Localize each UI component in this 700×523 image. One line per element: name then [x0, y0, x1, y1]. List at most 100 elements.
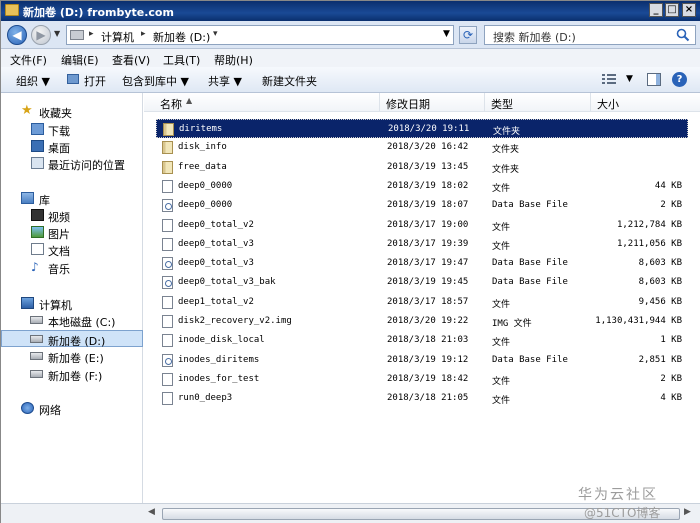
file-type: 文件夹	[493, 127, 521, 137]
search-icon[interactable]	[676, 28, 690, 42]
nav-drive-d[interactable]: 新加卷 (D:)	[1, 330, 143, 348]
file-row[interactable]: disk_info 2018/3/20 16:42 文件夹	[156, 138, 688, 157]
file-date: 2018/3/18 21:05	[387, 393, 469, 404]
file-type: Data Base File	[492, 258, 568, 269]
nav-music[interactable]: ♪ 音乐	[1, 259, 143, 276]
breadcrumb-drive-d[interactable]: 新加卷 (D:)	[153, 29, 210, 45]
menu-view[interactable]: 查看(V)	[112, 52, 150, 68]
menu-help[interactable]: 帮助(H)	[214, 52, 253, 68]
nav-favorites[interactable]: ★ 收藏夹	[1, 103, 143, 120]
video-icon	[31, 209, 44, 221]
file-icon	[162, 179, 173, 193]
chevron-right-icon[interactable]: ▸	[89, 29, 94, 39]
title-bar[interactable]: 新加卷 (D:) frombyte.com _ □ ×	[1, 1, 700, 21]
nav-drive-c[interactable]: 本地磁盘 (C:)	[1, 312, 143, 329]
folder-icon	[163, 123, 174, 136]
file-list: 名称 ▲ 修改日期 类型 大小 diritems 2018/3/20 19:11 文…	[144, 93, 700, 503]
drive-icon	[30, 316, 43, 324]
open-icon	[67, 74, 79, 84]
nav-drive-e[interactable]: 新加卷 (E:)	[1, 348, 143, 365]
recent-pages-dropdown[interactable]: ▼	[54, 29, 60, 38]
chevron-down-icon[interactable]: ▾	[213, 29, 218, 39]
nav-label: 下载	[48, 125, 70, 138]
explorer-window: 新加卷 (D:) frombyte.com _ □ × ◀ ▶ ▼ ▸ 计算机 …	[0, 0, 700, 523]
file-name: disk_info	[178, 142, 227, 153]
file-row[interactable]: deep0_0000 2018/3/19 18:02 文件 44 KB	[156, 177, 688, 196]
nav-libraries[interactable]: 库	[1, 190, 143, 207]
chevron-right-icon[interactable]: ▸	[141, 29, 146, 39]
menu-edit[interactable]: 编辑(E)	[61, 52, 99, 68]
file-row[interactable]: deep0_total_v2 2018/3/17 19:00 文件 1,212,784…	[156, 216, 688, 235]
nav-label: 新加卷 (F:)	[48, 370, 103, 383]
nav-network[interactable]: 网络	[1, 400, 143, 417]
file-name: free_data	[178, 161, 227, 172]
file-row[interactable]: inodes_for_test 2018/3/19 18:42 文件 2 KB	[156, 370, 688, 389]
nav-recent-places[interactable]: 最近访问的位置	[1, 155, 143, 172]
nav-videos[interactable]: 视频	[1, 207, 143, 224]
include-library-button[interactable]: 包含到库中 ▼	[122, 73, 189, 89]
maximize-button[interactable]: □	[665, 3, 679, 17]
open-button[interactable]: 打开	[84, 73, 106, 89]
desktop-icon	[31, 140, 44, 152]
nav-pictures[interactable]: 图片	[1, 224, 143, 241]
forward-button[interactable]: ▶	[31, 25, 51, 45]
file-row[interactable]: deep0_total_v3 2018/3/17 19:47 Data Base F…	[156, 254, 688, 273]
status-bar	[1, 503, 144, 523]
column-header-name[interactable]: 名称 ▲	[144, 93, 380, 112]
scroll-left-icon[interactable]: ◀	[148, 507, 160, 517]
nav-label: 计算机	[39, 299, 72, 312]
file-row[interactable]: free_data 2018/3/19 13:45 文件夹	[156, 158, 688, 177]
sort-ascending-icon: ▲	[186, 96, 193, 105]
file-date: 2018/3/19 13:45	[387, 161, 469, 172]
file-type: 文件夹	[492, 145, 520, 156]
menu-file[interactable]: 文件(F)	[10, 52, 47, 68]
file-icon	[162, 372, 173, 386]
nav-label: 视频	[48, 211, 70, 224]
back-button[interactable]: ◀	[7, 25, 27, 45]
file-type: 文件	[492, 241, 511, 252]
file-type: 文件	[492, 376, 511, 387]
nav-downloads[interactable]: 下载	[1, 121, 143, 138]
breadcrumb-computer[interactable]: 计算机	[101, 29, 134, 45]
minimize-button[interactable]: _	[649, 3, 663, 17]
nav-label: 收藏夹	[39, 107, 72, 120]
nav-desktop[interactable]: 桌面	[1, 138, 143, 155]
file-row[interactable]: deep0_total_v3 2018/3/17 19:39 文件 1,211,056…	[156, 235, 688, 254]
organize-button[interactable]: 组织 ▼	[16, 73, 50, 89]
address-dropdown[interactable]: ▼	[443, 29, 450, 39]
file-date: 2018/3/18 21:03	[387, 335, 469, 346]
scroll-right-icon[interactable]: ▶	[684, 507, 696, 517]
column-header-date[interactable]: 修改日期	[380, 93, 485, 112]
column-header-type[interactable]: 类型	[485, 93, 591, 112]
search-input[interactable]: 搜索 新加卷 (D:)	[484, 25, 696, 45]
file-date: 2018/3/19 18:02	[387, 180, 469, 191]
preview-pane-icon[interactable]	[647, 73, 661, 86]
file-row[interactable]: disk2_recovery_v2.img 2018/3/20 19:22 IMG …	[156, 312, 688, 331]
new-folder-button[interactable]: 新建文件夹	[262, 73, 317, 89]
close-button[interactable]: ×	[682, 3, 696, 17]
file-row[interactable]: diritems 2018/3/20 19:11 文件夹	[156, 119, 688, 138]
documents-icon	[31, 243, 44, 255]
file-row[interactable]: inodes_diritems 2018/3/19 19:12 Data Base …	[156, 351, 688, 370]
file-date: 2018/3/17 19:00	[387, 219, 469, 230]
nav-drive-f[interactable]: 新加卷 (F:)	[1, 366, 143, 383]
nav-documents[interactable]: 文档	[1, 241, 143, 258]
file-row[interactable]: inode_disk_local 2018/3/18 21:03 文件 1 KB	[156, 331, 688, 350]
file-row[interactable]: deep0_0000 2018/3/19 18:07 Data Base File 2…	[156, 196, 688, 215]
address-bar[interactable]: ▸ 计算机 ▸ 新加卷 (D:) ▾ ▼	[66, 25, 454, 45]
file-row[interactable]: run0_deep3 2018/3/18 21:05 文件 4 KB	[156, 389, 688, 408]
help-icon[interactable]: ?	[672, 72, 687, 87]
view-options-icon[interactable]	[602, 74, 616, 85]
nav-computer[interactable]: 计算机	[1, 295, 143, 312]
file-type: 文件	[492, 222, 511, 233]
share-button[interactable]: 共享 ▼	[208, 73, 242, 89]
file-date: 2018/3/19 18:07	[387, 200, 469, 211]
column-header-size[interactable]: 大小	[591, 93, 700, 112]
refresh-button[interactable]: ⟳	[459, 26, 477, 44]
database-file-icon	[162, 353, 173, 367]
file-row[interactable]: deep1_total_v2 2018/3/17 18:57 文件 9,456 KB	[156, 293, 688, 312]
file-row[interactable]: deep0_total_v3_bak 2018/3/19 19:45 Data Ba…	[156, 273, 688, 292]
menu-tools[interactable]: 工具(T)	[163, 52, 200, 68]
view-dropdown[interactable]: ▼	[626, 74, 633, 84]
file-size: 1,212,784 KB	[616, 219, 682, 230]
